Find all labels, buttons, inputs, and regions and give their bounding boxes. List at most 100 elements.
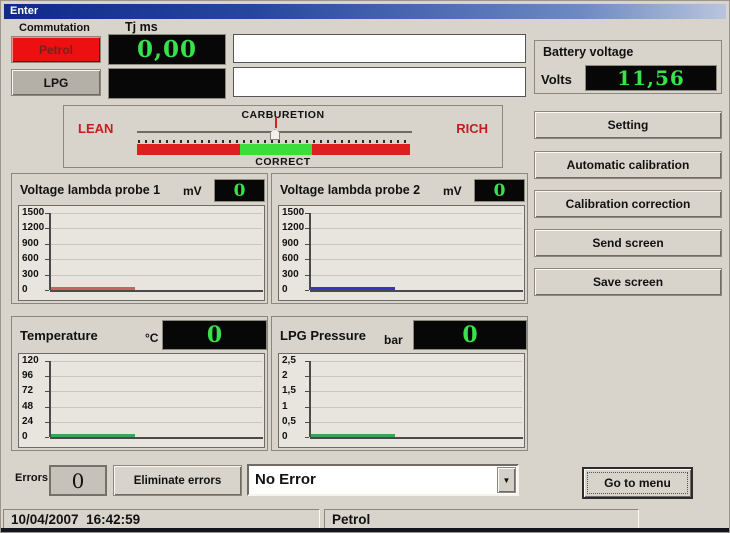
y-axis-tick-label: 72: [22, 385, 33, 396]
window-bottom-edge: [1, 528, 729, 532]
y-axis-line: [309, 213, 311, 290]
lpg-pressure-display: 0: [413, 320, 527, 350]
gridline: [310, 259, 522, 260]
lpg-pressure-unit: bar: [384, 333, 403, 347]
y-axis-tick-label: 600: [282, 253, 299, 264]
y-axis-tick-label: 0: [282, 431, 288, 442]
tj-ms-petrol-value: 0,00: [137, 36, 197, 63]
error-dropdown[interactable]: No Error ▼: [247, 464, 519, 496]
y-axis-tick-label: 0: [22, 284, 28, 295]
lambda-probe-2-title: Voltage lambda probe 2: [280, 183, 420, 197]
lambda-probe-2-value: 0: [494, 181, 506, 201]
y-axis-tick-mark: [305, 290, 309, 291]
gridline: [50, 361, 262, 362]
lpg-pressure-title: LPG Pressure: [280, 328, 366, 343]
x-axis-line: [310, 290, 523, 292]
battery-voltage-title: Battery voltage: [543, 45, 633, 59]
lambda-probe-2-panel: Voltage lambda probe 2 mV 0 150012009006…: [271, 173, 528, 304]
y-axis-tick-label: 300: [282, 269, 299, 280]
gauge-band-rich-red: [312, 144, 410, 155]
text-field-2[interactable]: [233, 67, 526, 97]
petrol-button[interactable]: Petrol: [11, 36, 101, 63]
y-axis-tick-label: 1200: [22, 222, 44, 233]
gridline: [50, 275, 262, 276]
window-title: Enter: [10, 5, 38, 17]
commutation-label: Commutation: [19, 22, 90, 34]
lambda-probe-1-chart: 150012009006003000: [18, 205, 265, 301]
y-axis-tick-label: 2: [282, 370, 288, 381]
y-axis-tick-label: 0,5: [282, 416, 296, 427]
lambda-probe-1-display: 0: [214, 179, 265, 202]
gridline: [50, 391, 262, 392]
automatic-calibration-button[interactable]: Automatic calibration: [534, 151, 722, 179]
dropdown-arrow-button[interactable]: ▼: [497, 467, 516, 493]
errors-count-box: 0: [49, 465, 107, 496]
y-axis-line: [309, 361, 311, 437]
setting-button[interactable]: Setting: [534, 111, 722, 139]
lpg-pressure-value: 0: [462, 322, 477, 348]
chart-data-line: [50, 287, 135, 290]
chart-data-line: [50, 434, 135, 437]
lambda-probe-1-title: Voltage lambda probe 1: [20, 183, 160, 197]
temperature-panel: Temperature °C 0 120967248240: [11, 316, 268, 451]
gridline: [310, 213, 522, 214]
gridline: [310, 228, 522, 229]
statusbar-fuel-mode: Petrol: [324, 509, 639, 530]
lean-label: LEAN: [78, 121, 113, 136]
title-bar: Enter: [4, 4, 726, 19]
statusbar-datetime: 10/04/2007 16:42:59: [3, 509, 320, 530]
lpg-button[interactable]: LPG: [11, 69, 101, 96]
lambda-probe-2-display: 0: [474, 179, 525, 202]
lambda-probe-1-panel: Voltage lambda probe 1 mV 0 150012009006…: [11, 173, 268, 304]
y-axis-tick-label: 1500: [282, 207, 304, 218]
error-dropdown-value: No Error: [255, 471, 316, 488]
gridline: [50, 244, 262, 245]
battery-voltage-panel: Battery voltage Volts 11,56: [534, 40, 722, 94]
temperature-value: 0: [207, 322, 222, 348]
errors-label: Errors: [15, 472, 48, 484]
gridline: [310, 376, 522, 377]
gridline: [310, 275, 522, 276]
y-axis-tick-label: 24: [22, 416, 33, 427]
lambda-probe-2-unit: mV: [443, 184, 462, 198]
gridline: [50, 376, 262, 377]
chart-data-line: [310, 434, 395, 437]
send-screen-button[interactable]: Send screen: [534, 229, 722, 257]
go-to-menu-button[interactable]: Go to menu: [582, 467, 693, 499]
app-window: Enter Commutation Tj ms Petrol LPG 0,00 …: [0, 0, 730, 533]
y-axis-tick-label: 300: [22, 269, 39, 280]
y-axis-tick-label: 0: [282, 284, 288, 295]
lambda-probe-1-value: 0: [234, 181, 246, 201]
gridline: [50, 422, 262, 423]
gridline: [310, 407, 522, 408]
y-axis-line: [49, 213, 51, 290]
lambda-probe-1-unit: mV: [183, 184, 202, 198]
battery-voltage-value: 11,56: [617, 66, 685, 90]
x-axis-line: [50, 290, 263, 292]
y-axis-tick-label: 1,5: [282, 385, 296, 396]
temperature-display: 0: [162, 320, 267, 350]
text-field-1[interactable]: [233, 34, 526, 63]
y-axis-tick-label: 1500: [22, 207, 44, 218]
tj-ms-lpg-display: [108, 68, 226, 99]
gridline: [50, 407, 262, 408]
eliminate-errors-button[interactable]: Eliminate errors: [113, 465, 242, 496]
gridline: [310, 361, 522, 362]
y-axis-tick-mark: [45, 290, 49, 291]
y-axis-tick-label: 0: [22, 431, 28, 442]
gridline: [310, 244, 522, 245]
lpg-pressure-panel: LPG Pressure bar 0 2,5 2 1,5 1 0,5 0: [271, 316, 528, 451]
y-axis-tick-label: 2,5: [282, 355, 296, 366]
rich-label: RICH: [456, 121, 488, 136]
y-axis-tick-label: 96: [22, 370, 33, 381]
x-axis-line: [50, 437, 263, 439]
gridline: [310, 391, 522, 392]
y-axis-tick-label: 900: [22, 238, 39, 249]
carburetion-title: CARBURETION: [64, 109, 502, 121]
gauge-band-lean-red: [137, 144, 240, 155]
save-screen-button[interactable]: Save screen: [534, 268, 722, 296]
calibration-correction-button[interactable]: Calibration correction: [534, 190, 722, 218]
gridline: [50, 213, 262, 214]
y-axis-tick-label: 1: [282, 401, 288, 412]
temperature-chart: 120967248240: [18, 353, 265, 448]
